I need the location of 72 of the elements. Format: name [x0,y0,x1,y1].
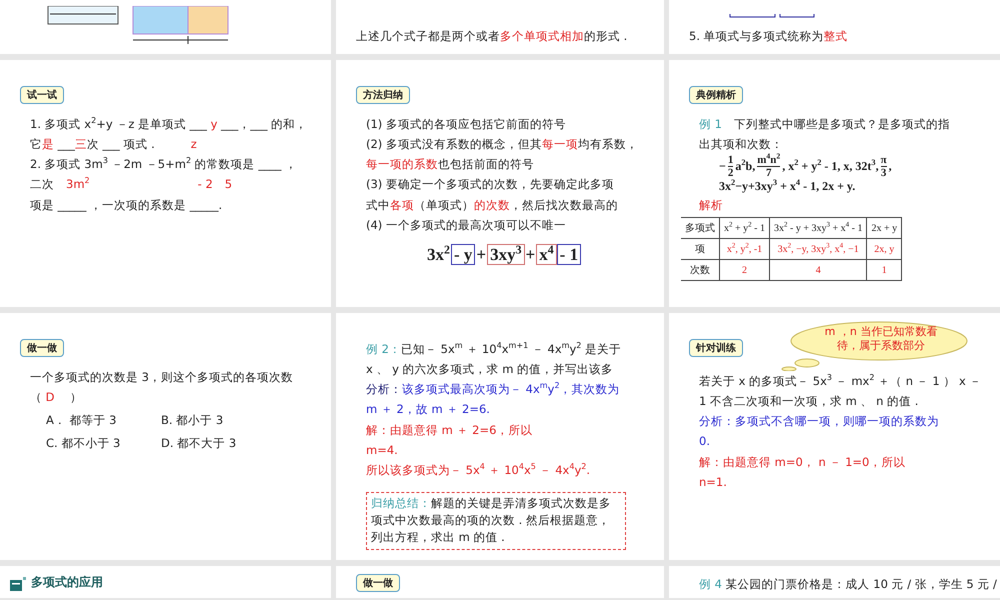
text-line: 项是 _____ ，一次项的系数是 _____. [30,196,222,214]
slide-thumbnail[interactable]: 方法归纳 (1) 多项式的各项应包括它前面的符号 (2) 多项式没有系数的概念，但其每一项均有系数， 每一项的系数也包括前面的符号 (3) 要确定一个多项式的次数，先要确定此多项 式中 各项（单项式）的次数，然后找次数最高的 (4) 一个多项式的最高次项可以不唯一 3x$^{2}$ - y + 3xy$^{3}$ + x$^{4}$ - 1 [336,60,664,307]
text-line: 5. 单项式与多项式统称为整式 [689,28,848,45]
answer-option: D. 都不大于 3 [161,436,271,452]
text-line: (2) 多项式没有系数的概念，但其每一项均有系数， [366,136,638,154]
text-line: m=4. [366,442,398,459]
section-badge: 做一做 [356,574,400,592]
text-line: 每一项的系数也包括前面的符号 [366,156,534,174]
text-line: （ D ） [30,389,82,406]
text-line: 出其项和次数： [699,136,783,153]
slide-thumbnail[interactable]: 例 4 某公园的门票价格是：成人 10 元 / 张，学生 5 元 / [669,566,1000,598]
table-cell: 2x + y [866,218,902,239]
table-cell: 次数 [681,260,720,281]
text-line: 分析：多项式不含哪一项，则哪一项的系数为 [699,413,939,430]
slide-thumbnail[interactable]: 针对训练 m ，n 当作已知常数看待，属于系数部分 若关于 x 的多项式－ 5x$^{3}$ － mx$^{2}$ ＋（ n － 1 ） x － 1 不含二次项和一次项，求 m 、 n 的值 . 分析：多项式不含哪一项，则哪一项的系数为 0. 解：由题意得 m=0， n － 1=0，所以 n=1. [669,313,1000,560]
section-heading: 多项式的应用 [31,574,103,591]
table-cell: 2 [720,260,770,281]
text-line: 例 1 下列整式中哪些是多项式？是多项式的指 [699,116,950,133]
section-badge: 典例精析 [689,86,743,104]
callout-text: m ，n 当作已知常数看待，属于系数部分 [824,325,938,354]
table-cell: x$^{2}$, y$^{2}$, -1 [720,238,770,260]
section-icon [10,577,26,591]
section-badge: 做一做 [20,339,64,357]
text-line: 二次 3m$^{2}$ - 2 5 [30,176,232,194]
text-line: 一个多项式的次数是 3，则这个多项式的各项次数 [30,369,293,386]
slide-thumbnail[interactable]: 试一试 1. 多项式 x$^{2}$+y －z 是单项式 ___ y ___，___ 的和， 它是 ___三次 ___ 项式 . z 2. 多项式 3m$^{3}$ －2m －5+m$^{2}$ 的常数项是 ____ ， 二次 3m$^{2}$ - 2 5 项是 _____ ，一次项的系数是 _____. [0,60,331,307]
answer-option: C. 都不小于 3 [46,436,161,452]
text-line: 分析：该多项式最高次项为－ 4x$^{m}$y$^{2}$，其次数为 [366,380,620,398]
text-line: x 、 y 的六次多项式，求 m 的值，并写出该多 [366,361,614,378]
table-cell: 4 [769,260,867,281]
text-line: m ＋ 2，故 m ＋ 2=6. [366,401,490,418]
text-line: (3) 要确定一个多项式的次数，先要确定此多项 [366,176,614,194]
slide-thumbnail[interactable]: 做一做 一个多项式的次数是 3，则这个多项式的各项次数 （ D ） A． 都等于 3 B. 都小于 3 C. 都不小于 3 D. 都不大于 3 [0,313,331,560]
text-line: 上述几个式子都是两个或者多个单项式相加的形式 . [356,28,628,45]
formula: 3x$^{2}$−y+3xy$^{3}$ + x$^{4}$ - 1, 2x + y. [719,179,856,196]
slide-thumbnail[interactable]: 上述几个式子都是两个或者多个单项式相加的形式 . [336,0,664,54]
text-line: 解析 [699,197,723,214]
slide-thumbnail[interactable]: 5. 单项式与多项式统称为整式 [669,0,1000,54]
slide-thumbnail[interactable]: 做一做 [336,566,664,598]
text-line: (1) 多项式的各项应包括它前面的符号 [366,116,566,133]
slide-thumbnail[interactable] [336,313,664,560]
table-cell: 3x$^{2}$, −y, 3xy$^{3}$, x$^{4}$, −1 [769,238,867,260]
text-line: 1. 多项式 x$^{2}$+y －z 是单项式 ___ y ___，___ 的和， [30,115,308,133]
answer-option: B. 都小于 3 [161,413,271,428]
summary-box: 归纳总结：解题的关键是弄清多项式次数是多项式中次数最高的项的次数 . 然后根据题意，列出方程，求出 m 的值 . [366,492,626,550]
text-line: n=1. [699,474,727,491]
text-line: 若关于 x 的多项式－ 5x$^{3}$ － mx$^{2}$ ＋（ n － 1 ） x － [699,372,982,390]
text-line: 解：由题意得 m ＋ 2=6，所以 [366,422,532,438]
formula: 3x$^{2}$ - y + 3xy$^{3}$ + x$^{4}$ - 1 [426,244,582,265]
text-line: 例 4 某公园的门票价格是：成人 10 元 / 张，学生 5 元 / [699,576,997,593]
slide-thumbnail[interactable] [669,60,1000,307]
text-line: 例 2：已知－ 5x$^{m}$ ＋ 10$^{4}$x$^{m+1}$ － 4x$^{m}$y$^{2}$ 是关于 [366,340,622,358]
section-badge: 试一试 [20,86,64,104]
table-cell: 3x$^{2}$ - y + 3xy$^{3}$ + x$^{4}$ - 1 [769,218,867,239]
text-line: 它是 ___三次 ___ 项式 . z [30,136,197,154]
table-cell: 项 [681,238,720,260]
text-line: 解：由题意得 m=0， n － 1=0，所以 [699,454,906,470]
table-cell: x$^{2}$ + y$^{2}$ - 1 [720,218,770,239]
text-line: 式中 各项（单项式）的次数，然后找次数最高的 [366,196,618,214]
text-line: 0. [699,433,710,450]
slide-thumbnail[interactable]: 多项式的应用 [0,566,331,598]
text-line: (4) 一个多项式的最高次项可以不唯一 [366,216,566,234]
section-badge: 针对训练 [689,339,743,357]
table-cell: 2x, y [866,238,902,260]
table-cell: 多项式 [681,218,720,239]
text-line: 1 不含二次项和一次项，求 m 、 n 的值 . [699,393,918,410]
text-line: 2. 多项式 3m$^{3}$ －2m －5+m$^{2}$ 的常数项是 ____ ， [30,155,298,174]
slide-thumbnail[interactable] [0,0,331,54]
section-badge: 方法归纳 [356,86,410,104]
text-line: 所以该多项式为－ 5x$^{4}$ ＋ 10$^{4}$x$^{5}$ － 4x$^{4}$y$^{2}$. [366,460,590,479]
table-cell: 1 [866,260,902,281]
answer-option: A． 都等于 3 [46,413,161,428]
